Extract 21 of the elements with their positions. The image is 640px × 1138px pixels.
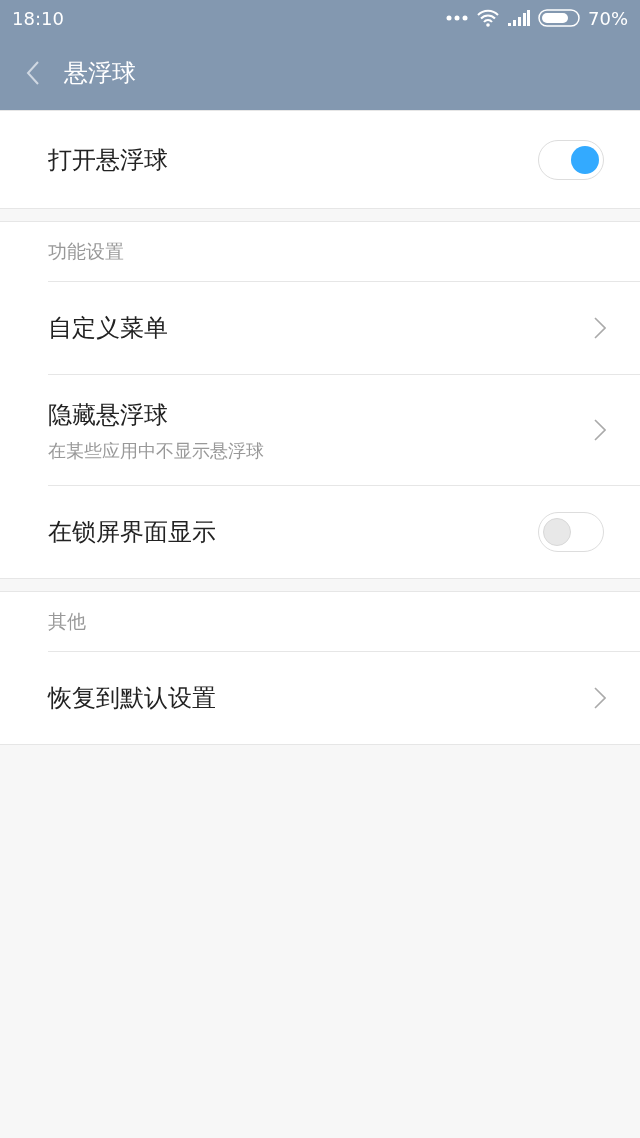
section-heading: 功能设置	[48, 239, 124, 265]
clock: 18:10	[12, 6, 64, 31]
page-title: 悬浮球	[64, 58, 136, 89]
setting-label: 隐藏悬浮球	[48, 399, 169, 431]
toggle-switch[interactable]	[538, 139, 604, 180]
setting-label: 自定义菜单	[48, 313, 168, 344]
setting-label: 在锁屏界面显示	[48, 517, 216, 548]
signal-icon	[508, 10, 530, 26]
setting-description: 在某些应用中不显示悬浮球	[48, 438, 264, 463]
chevron-right-icon[interactable]	[594, 687, 606, 709]
battery-level: 70%	[588, 6, 628, 31]
battery-icon	[538, 9, 580, 27]
back-icon[interactable]	[26, 60, 40, 86]
section-heading: 其他	[48, 609, 86, 635]
more-icon	[446, 15, 468, 21]
wifi-icon	[476, 9, 500, 27]
setting-label: 恢复到默认设置	[48, 683, 216, 714]
toggle-switch[interactable]	[538, 512, 604, 552]
chevron-right-icon[interactable]	[594, 419, 606, 441]
setting-label: 打开悬浮球	[48, 144, 168, 176]
chevron-right-icon[interactable]	[594, 317, 606, 339]
